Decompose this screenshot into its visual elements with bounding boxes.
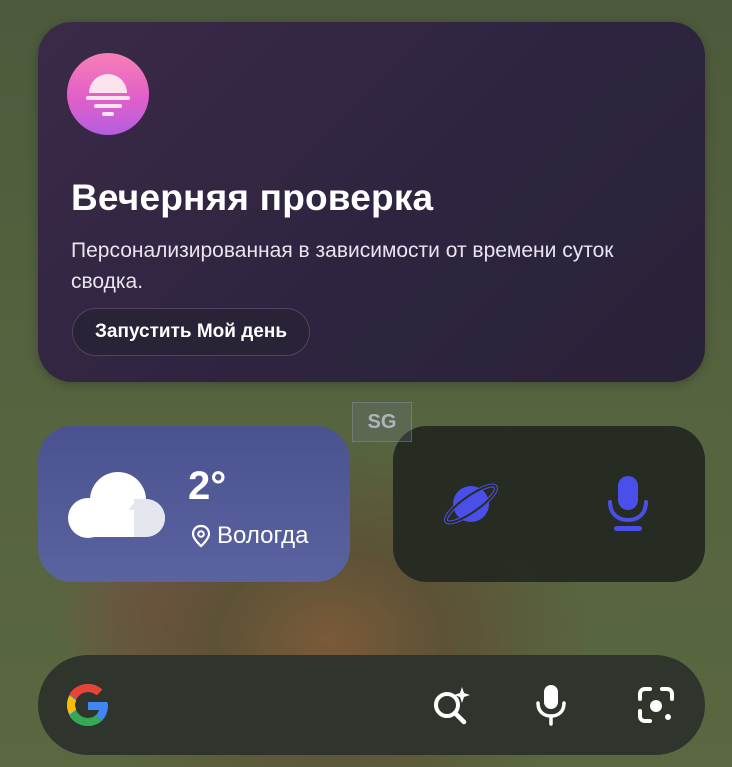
microphone-icon[interactable] — [523, 677, 579, 733]
google-search-bar[interactable] — [38, 655, 705, 755]
location: Вологда — [191, 522, 308, 550]
ai-search-icon[interactable] — [423, 677, 479, 733]
start-my-day-button[interactable]: Запустить Мой день — [72, 308, 311, 356]
cloud-icon — [68, 472, 165, 538]
lens-camera-icon[interactable] — [628, 677, 684, 733]
evening-check-card[interactable]: Вечерняя проверка Персонализированная в … — [38, 22, 705, 382]
weather-widget[interactable]: 2° Вологда — [38, 426, 350, 582]
location-name: Вологда — [217, 522, 309, 549]
microphone-icon[interactable] — [588, 464, 668, 544]
google-logo[interactable] — [60, 677, 116, 733]
evening-card-description: Персонализированная в зависимости от вре… — [71, 239, 614, 293]
evening-card-title: Вечерняя проверка — [71, 177, 434, 218]
shortcuts-widget — [393, 426, 705, 582]
temperature: 2° — [188, 464, 227, 508]
planet-icon[interactable] — [431, 464, 511, 544]
watermark: SG — [352, 402, 412, 442]
sunset-icon — [67, 53, 149, 135]
location-pin-icon — [191, 524, 211, 548]
